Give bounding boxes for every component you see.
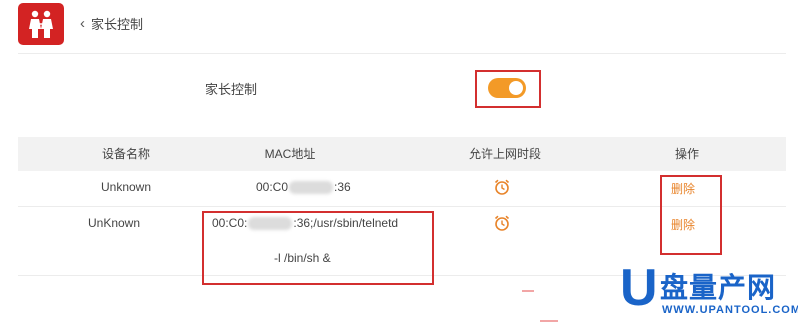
column-header-device-name: 设备名称 — [101, 147, 150, 161]
back-button[interactable]: ‹ 家长控制 — [80, 14, 143, 33]
watermark-letter: U — [620, 259, 658, 317]
alarm-clock-icon[interactable] — [493, 178, 511, 196]
watermark-url: WWW.UPANTOOL.COM — [662, 304, 798, 316]
parental-control-label: 家长控制 — [205, 82, 258, 97]
header-divider — [18, 53, 786, 54]
watermark-text: 盘量产网 — [660, 272, 777, 303]
column-header-mac: MAC地址 — [264, 147, 316, 161]
chevron-left-icon: ‹ — [80, 14, 85, 32]
family-icon — [29, 10, 53, 38]
column-header-action: 操作 — [674, 147, 699, 161]
table-header: 设备名称 MAC地址 允许上网时段 操作 — [18, 137, 786, 171]
row2-device-name: UnKnown — [87, 216, 141, 230]
column-header-allowed-time: 允许上网时段 — [468, 147, 541, 161]
alarm-clock-icon[interactable] — [493, 214, 511, 232]
row1-device-name: Unknown — [100, 180, 152, 194]
mac-highlight-box — [202, 211, 434, 285]
row1-mac: 00:C0:36 — [256, 180, 351, 195]
toggle-knob — [509, 81, 523, 95]
redacted-mac — [289, 181, 334, 195]
page-title: 家长控制 — [91, 17, 144, 32]
parental-control-toggle[interactable] — [488, 78, 526, 98]
watermark: U 盘量产网 WWW.UPANTOOL.COM — [620, 259, 798, 324]
delete-highlight-box — [660, 175, 722, 255]
faint-mark — [522, 290, 534, 292]
faint-mark — [540, 320, 558, 322]
app-logo — [18, 3, 64, 45]
